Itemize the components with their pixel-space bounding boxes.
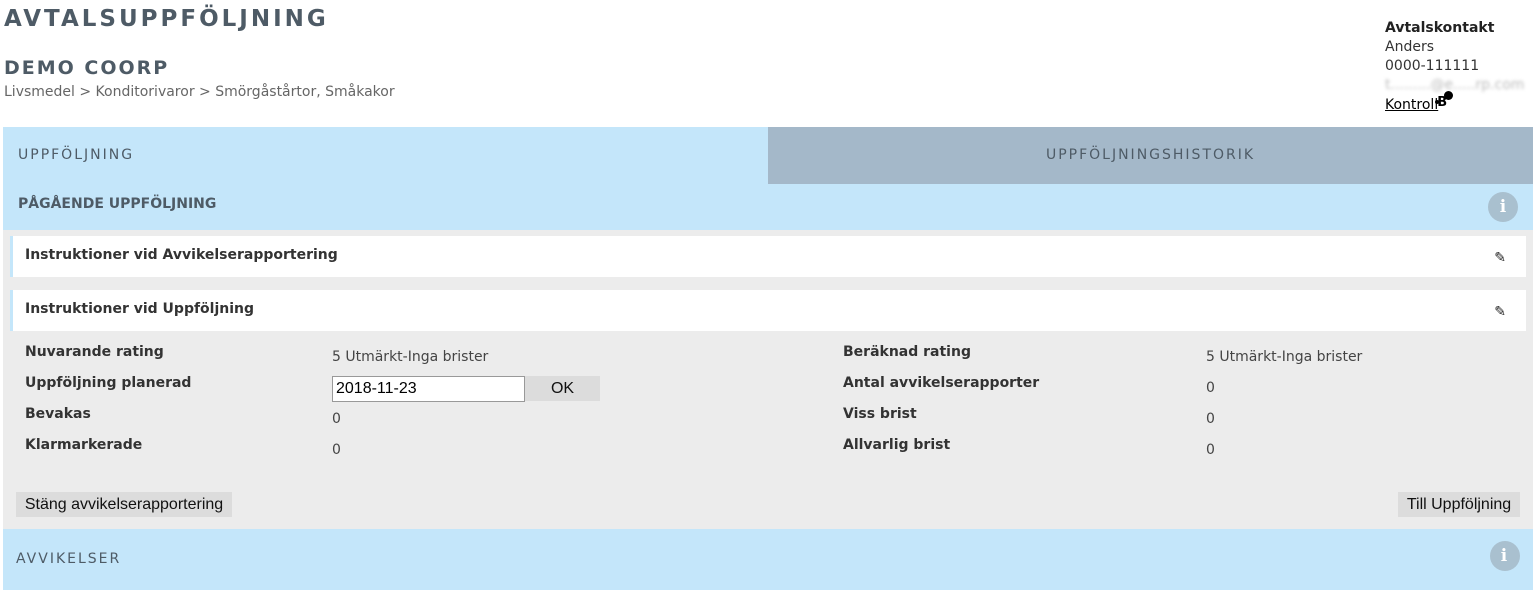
tab-uppfoljningshistorik[interactable]: UPPFÖLJNINGSHISTORIK [768, 127, 1533, 184]
to-followup-button[interactable]: Till Uppföljning [1398, 492, 1520, 517]
tab-bar: UPPFÖLJNING UPPFÖLJNINGSHISTORIK [3, 127, 1533, 184]
serious-issue-label: Allvarlig brist [843, 437, 951, 453]
deviation-reports-label: Antal avvikelserapporter [843, 375, 1040, 391]
kontroll-link[interactable]: Kontroll [1385, 97, 1438, 113]
pencil-icon[interactable]: ✎ [1494, 304, 1506, 320]
watching-label: Bevakas [25, 406, 91, 422]
current-rating-label: Nuvarande rating [25, 344, 164, 360]
contact-name: Anders [1385, 39, 1434, 55]
cleared-label: Klarmarkerade [25, 437, 143, 453]
deviation-instructions-label: Instruktioner vid Avvikelserapportering [25, 247, 338, 263]
contact-email: t.........@e.....rp.com [1385, 77, 1525, 93]
ok-button[interactable]: OK [525, 376, 600, 401]
planned-date-input[interactable] [332, 376, 525, 402]
info-icon[interactable]: i [1490, 541, 1520, 571]
info-icon[interactable]: i [1488, 192, 1518, 222]
cleared-value: 0 [332, 442, 341, 458]
ongoing-followup-header: PÅGÅENDE UPPFÖLJNING i [3, 184, 1533, 230]
contact-title: Avtalskontakt [1385, 20, 1495, 36]
followup-instructions-label: Instruktioner vid Uppföljning [25, 301, 255, 317]
planned-followup-label: Uppföljning planerad [25, 375, 192, 391]
serious-issue-value: 0 [1206, 442, 1215, 458]
calculated-rating-value: 5 Utmärkt-Inga brister [1206, 349, 1363, 365]
deviations-title: AVVIKELSER [16, 551, 122, 567]
contact-box: Avtalskontakt Anders 0000-111111 t......… [1385, 19, 1524, 115]
current-rating-value: 5 Utmärkt-Inga brister [332, 349, 489, 365]
breadcrumb: Livsmedel > Konditorivaror > Smörgåstårt… [4, 84, 395, 100]
pencil-icon[interactable]: ✎ [1494, 250, 1506, 266]
close-reporting-button[interactable]: Stäng avvikelserapportering [16, 492, 232, 517]
deviation-reports-value: 0 [1206, 380, 1215, 396]
some-issue-value: 0 [1206, 411, 1215, 427]
deviation-instructions-row[interactable]: Instruktioner vid Avvikelserapportering … [10, 236, 1526, 277]
page-title: AVTALSUPPFÖLJNING [4, 6, 329, 32]
watching-value: 0 [332, 411, 341, 427]
cursor-marker: B [1435, 91, 1458, 110]
company-name: DEMO COORP [4, 57, 170, 79]
ongoing-followup-title: PÅGÅENDE UPPFÖLJNING [18, 196, 217, 212]
followup-instructions-row[interactable]: Instruktioner vid Uppföljning ✎ [10, 290, 1526, 331]
deviations-header[interactable]: AVVIKELSER i [3, 529, 1533, 590]
calculated-rating-label: Beräknad rating [843, 344, 971, 360]
some-issue-label: Viss brist [843, 406, 917, 422]
contact-phone: 0000-111111 [1385, 58, 1480, 74]
tab-uppfoljning[interactable]: UPPFÖLJNING [3, 127, 768, 184]
